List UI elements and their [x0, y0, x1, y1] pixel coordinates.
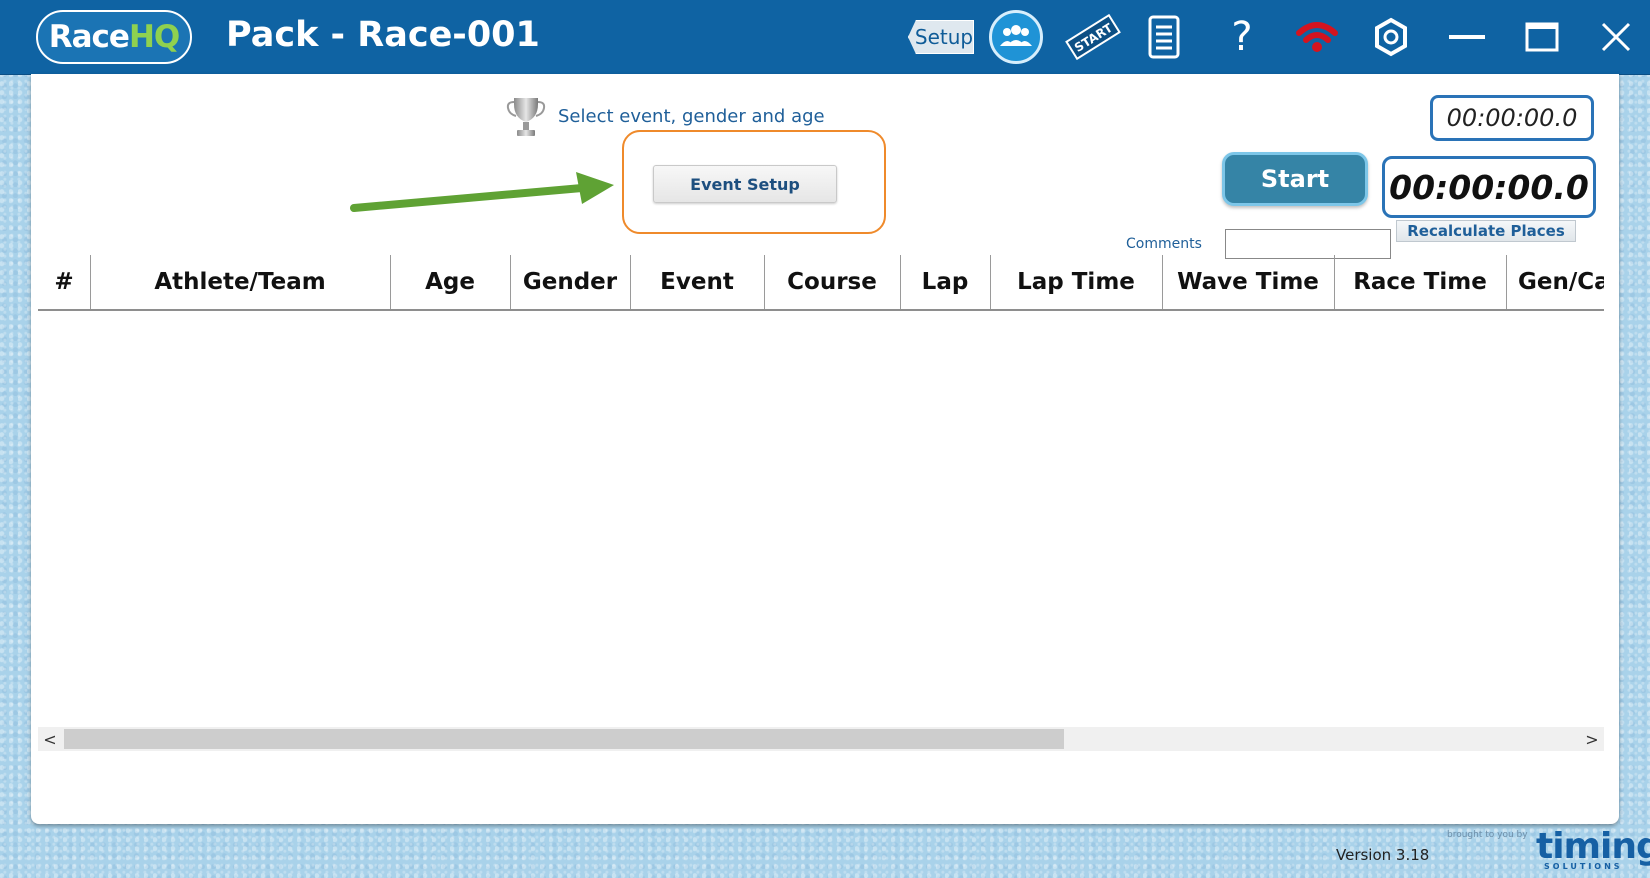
- recalculate-places-button[interactable]: Recalculate Places: [1396, 220, 1576, 242]
- select-event-hint: Select event, gender and age: [558, 106, 825, 127]
- help-icon[interactable]: ?: [1222, 10, 1262, 64]
- logo-race-text: Race: [48, 19, 130, 55]
- timing-solutions-logo: timing: [1536, 826, 1650, 867]
- title-bar: Race HQ Pack - Race-001 Setup START ?: [0, 0, 1650, 75]
- setup-tag-icon[interactable]: Setup: [908, 20, 974, 54]
- column-header-lap[interactable]: Lap: [900, 255, 991, 309]
- results-table-header: # Athlete/Team Age Gender Event Course L…: [38, 255, 1604, 311]
- column-header-number[interactable]: #: [38, 255, 91, 309]
- column-header-age[interactable]: Age: [390, 255, 511, 309]
- column-header-lap-time[interactable]: Lap Time: [990, 255, 1163, 309]
- trophy-icon: [506, 96, 546, 144]
- column-header-event[interactable]: Event: [630, 255, 765, 309]
- scroll-right-arrow[interactable]: >: [1580, 727, 1604, 751]
- wifi-icon[interactable]: [1294, 10, 1340, 64]
- minimize-icon[interactable]: [1446, 10, 1488, 64]
- logo-hq-text: HQ: [128, 19, 180, 55]
- annotation-arrow: [350, 170, 620, 224]
- maximize-icon[interactable]: [1522, 10, 1562, 64]
- event-setup-button[interactable]: Event Setup: [653, 165, 837, 203]
- results-table-body: [38, 311, 1604, 725]
- settings-icon[interactable]: [1370, 10, 1412, 64]
- start-button[interactable]: Start: [1222, 152, 1368, 206]
- race-timer: 00:00:00.0: [1382, 156, 1596, 218]
- timing-solutions-subtitle: SOLUTIONS: [1544, 862, 1623, 871]
- help-glyph: ?: [1231, 14, 1253, 60]
- comments-label: Comments: [1126, 236, 1202, 252]
- scrollbar-thumb[interactable]: [64, 729, 1064, 749]
- document-icon[interactable]: [1144, 10, 1184, 64]
- racehq-logo: Race HQ: [36, 10, 192, 64]
- column-header-race-time[interactable]: Race Time: [1334, 255, 1507, 309]
- version-label: Version 3.18: [1336, 846, 1430, 864]
- horizontal-scrollbar[interactable]: < >: [38, 727, 1604, 751]
- close-icon[interactable]: [1596, 10, 1636, 64]
- column-header-gen-cat[interactable]: Gen/Ca: [1506, 255, 1604, 309]
- team-icon[interactable]: [989, 10, 1043, 64]
- column-header-gender[interactable]: Gender: [510, 255, 631, 309]
- scroll-left-arrow[interactable]: <: [38, 727, 62, 751]
- start-flag-icon[interactable]: START: [1060, 10, 1126, 64]
- brought-to-you-label: brought to you by: [1447, 830, 1528, 840]
- column-header-wave-time[interactable]: Wave Time: [1162, 255, 1335, 309]
- elapsed-timer-small: 00:00:00.0: [1430, 95, 1594, 141]
- setup-tag-label: Setup: [914, 25, 974, 49]
- column-header-athlete[interactable]: Athlete/Team: [90, 255, 391, 309]
- column-header-course[interactable]: Course: [764, 255, 901, 309]
- app-title: Pack - Race-001: [226, 15, 540, 55]
